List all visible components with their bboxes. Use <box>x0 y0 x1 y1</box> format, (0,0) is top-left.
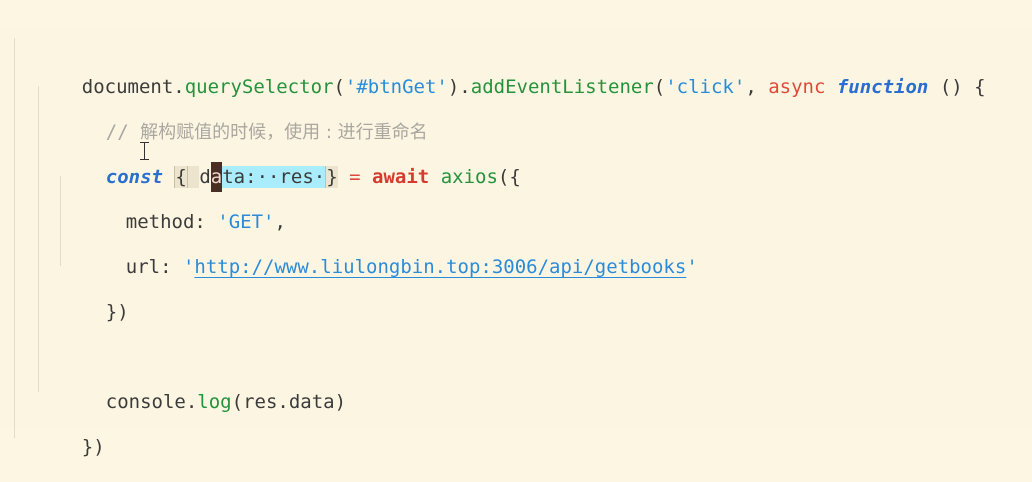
code-line-10[interactable]: </script> <box>12 447 161 482</box>
token-addeventlistener: addEventListener <box>470 76 654 98</box>
token-quote: ' <box>686 256 698 278</box>
token-async-keyword: async <box>768 76 826 98</box>
token-function-keyword: function <box>836 76 929 98</box>
ibeam-cursor-icon <box>140 142 149 160</box>
code-line-4[interactable]: method: 'GET', <box>80 177 286 233</box>
token-paren: ( <box>653 76 666 98</box>
token-equals: = <box>337 166 373 188</box>
token-log-args: (res.data) <box>231 391 347 413</box>
token-console: console <box>105 391 186 413</box>
indent-guide <box>14 38 15 438</box>
code-line-8[interactable]: console.log(res.data) <box>60 357 346 413</box>
code-line-9[interactable]: }) <box>36 402 105 458</box>
token-comma: , <box>745 76 769 98</box>
token-log: log <box>197 391 232 413</box>
token-brace-close: } <box>325 166 338 188</box>
token-paren: ). <box>447 76 471 98</box>
token-axios: axios <box>440 166 498 188</box>
code-line-1[interactable]: document.querySelector('#btnGet').addEve… <box>36 42 986 98</box>
code-line-5[interactable]: url: 'http://www.liulongbin.top:3006/api… <box>80 222 698 278</box>
token-selected-whitespace: · <box>313 166 326 188</box>
token-url-key: url: <box>125 256 183 278</box>
token-function-signature: () { <box>928 76 986 98</box>
token-dot: . <box>185 391 198 413</box>
url-link[interactable]: http://www.liulongbin.top:3006/api/getbo… <box>194 256 686 278</box>
code-line-2-comment[interactable]: // 解构赋值的时候，使用 : 进行重命名 <box>60 87 428 143</box>
code-line-6[interactable]: }) <box>60 267 129 323</box>
token-close-object: }) <box>105 301 129 323</box>
token-paren-brace: ({ <box>497 166 521 188</box>
token-quote: ' <box>182 256 195 278</box>
token-await-keyword: await <box>372 166 430 188</box>
token-string-click: 'click' <box>665 76 746 98</box>
code-editor[interactable]: document.querySelector('#btnGet').addEve… <box>0 0 1032 482</box>
code-line-3[interactable]: const { data:··res·} = await axios({ <box>60 132 521 192</box>
